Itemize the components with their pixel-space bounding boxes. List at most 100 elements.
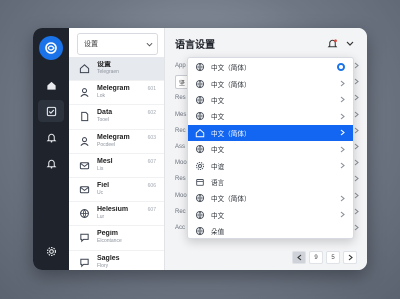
option-label: 中谊 — [211, 163, 225, 171]
list-item-count: 603 — [147, 134, 156, 141]
globe-icon — [195, 194, 205, 203]
notifications-nav-button[interactable] — [38, 126, 64, 148]
page-title: 语言设置 — [175, 39, 215, 51]
list-item-title: Pegim — [97, 230, 119, 238]
list-item[interactable]: Pegim Elcontance — [69, 226, 164, 251]
header-menu-button[interactable] — [343, 36, 357, 50]
page-number[interactable]: 9 — [309, 251, 323, 264]
globe-icon — [195, 63, 205, 72]
list-item[interactable]: 设置 Telegraen — [69, 57, 164, 82]
bell-icon — [46, 133, 56, 143]
chevron-right-icon — [340, 162, 345, 169]
language-option[interactable]: 朵值 — [188, 223, 353, 239]
option-label: 语言 — [211, 179, 225, 187]
list-filter-select[interactable]: 设置 — [77, 33, 158, 55]
list-item[interactable]: Sagles Flory — [69, 251, 164, 271]
settings-row-label: Mes — [175, 111, 187, 118]
language-option[interactable]: 中文 — [188, 92, 353, 108]
prev-page-button[interactable] — [292, 251, 306, 264]
list-item[interactable]: Mesl Lis 607 — [69, 154, 164, 178]
settings-row-label: App — [175, 63, 186, 70]
notification-button[interactable] — [325, 36, 339, 50]
option-trailing — [337, 129, 345, 136]
list-item-subtitle: Pocdeel — [97, 141, 116, 148]
list-item-count: 607 — [147, 158, 156, 165]
chevron-right-icon — [354, 175, 359, 184]
option-label: 中文（简体） — [211, 65, 251, 73]
chevron-right-icon — [354, 159, 359, 168]
list-item-text: 设置 Telegraen — [97, 61, 158, 76]
language-option[interactable]: 中谊 — [188, 157, 353, 173]
settings-row-label: Acc — [175, 224, 186, 231]
chevron-right-icon — [354, 111, 359, 120]
option-label: 中文 — [211, 97, 225, 105]
chevron-right-icon — [340, 113, 345, 120]
globe-icon — [195, 112, 205, 121]
language-option[interactable]: 语言 — [188, 174, 353, 190]
list-item-count: 602 — [147, 110, 156, 117]
option-icon — [195, 111, 205, 121]
option-icon — [195, 177, 205, 187]
list-item-icon — [78, 63, 90, 75]
chevron-right-icon — [340, 129, 345, 136]
language-option[interactable]: 中文（简体） — [188, 59, 353, 75]
settings-nav-button[interactable] — [38, 240, 64, 262]
chevron-down-icon — [346, 41, 354, 46]
option-label: 中文（简体） — [211, 130, 251, 138]
list-item[interactable]: Helesium Lur 607 — [69, 202, 164, 227]
list-item-icon — [78, 87, 90, 99]
language-option[interactable]: 中文 — [188, 141, 353, 157]
list-item[interactable]: Melegram Pocdeel 603 — [69, 130, 164, 154]
option-trailing — [337, 146, 345, 153]
list-item[interactable]: Melegram Lok 601 — [69, 81, 164, 106]
list-item-subtitle: Lis — [97, 165, 104, 172]
list-item[interactable]: Data Tooel 602 — [69, 105, 164, 130]
language-dropdown: 中文（简体） 中文（简体） 中文 中文 中文（简体） 中文 中谊 语言 中文（简体） 中文 朵值 — [187, 57, 354, 239]
list-item-count: 607 — [147, 207, 156, 214]
list-item-icon — [78, 184, 90, 196]
language-option[interactable]: 中文 — [188, 108, 353, 124]
home-icon — [79, 64, 89, 74]
pagination: 9 5 — [289, 251, 357, 264]
settings-row-label: Moo — [175, 192, 187, 199]
check-box-icon — [46, 106, 56, 116]
chevron-right-icon — [348, 254, 353, 261]
option-label: 中文（简体） — [211, 81, 251, 89]
bell-icon — [327, 38, 337, 47]
inbox-nav-button[interactable] — [38, 100, 64, 122]
settings-row-label: Rec — [175, 208, 186, 215]
globe-icon — [195, 95, 205, 105]
next-page-number[interactable]: 5 — [326, 251, 340, 264]
option-icon — [195, 193, 205, 203]
chevron-right-icon — [340, 97, 345, 103]
list-item-subtitle: Tooel — [97, 117, 109, 124]
chat-icon — [79, 258, 89, 267]
option-icon — [195, 62, 205, 72]
list-item-count: 601 — [147, 86, 156, 93]
option-trailing — [337, 195, 345, 202]
option-icon — [195, 128, 205, 138]
file-icon — [80, 112, 88, 122]
option-icon — [195, 79, 205, 89]
gear-icon — [46, 246, 56, 256]
language-option[interactable]: 中文（简体） — [188, 190, 353, 206]
alerts-nav-button[interactable] — [38, 152, 64, 174]
chevron-right-icon — [340, 195, 345, 202]
list-items: 设置 Telegraen Melegram Lok 601 Data Tooel 602 Mel… — [69, 57, 164, 270]
settings-row-label: Res — [175, 95, 186, 102]
list-item[interactable]: Fiel Uc 606 — [69, 178, 164, 203]
option-icon — [195, 144, 205, 154]
language-option[interactable]: 中文（简体） — [188, 124, 353, 141]
option-label: 中文 — [211, 114, 225, 122]
option-trailing — [337, 211, 345, 218]
chevron-right-icon — [340, 211, 345, 218]
list-item-subtitle: Telegraen — [97, 69, 119, 76]
option-trailing — [337, 162, 345, 169]
radio-selected-icon — [337, 63, 345, 72]
next-page-button[interactable] — [343, 251, 357, 264]
language-option[interactable]: 中文（简体） — [188, 75, 353, 91]
home-nav-button[interactable] — [38, 74, 64, 96]
globe-icon — [195, 145, 205, 154]
language-option[interactable]: 中文 — [188, 207, 353, 223]
list-item-icon — [78, 159, 90, 171]
